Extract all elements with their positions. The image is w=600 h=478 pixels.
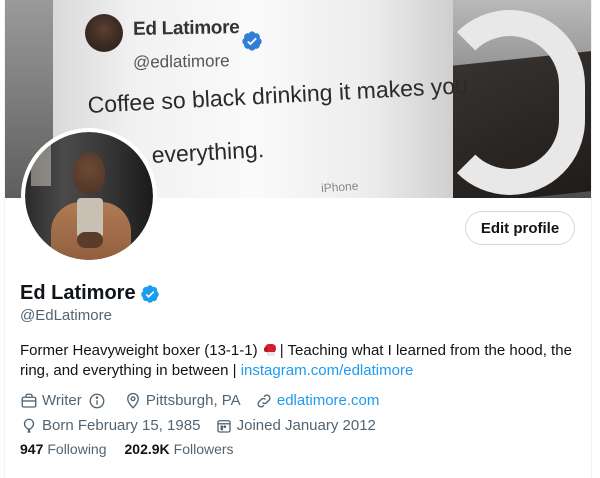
following-count: 947 (20, 441, 44, 457)
location-label: Pittsburgh, PA (145, 392, 241, 409)
display-name: Ed Latimore (20, 282, 136, 304)
profile-card: Ed Latimore @edlatimore Coffee so black … (4, 0, 592, 478)
avatar-head (73, 152, 105, 194)
meta-location: Pittsburgh, PA (124, 391, 241, 411)
joined-label: Joined January 2012 (236, 417, 376, 434)
avatar-background-light (31, 140, 51, 186)
mug-tweet-footer: iPhone (320, 178, 359, 196)
follow-stats: 947 Following 202.9K Followers (20, 441, 252, 457)
profile-bio: Former Heavyweight boxer (13-1-1) | Teac… (20, 341, 580, 381)
mug-handle (435, 10, 585, 195)
mug-tweet-name: Ed Latimore (132, 17, 240, 40)
avatar-photo (25, 132, 153, 260)
born-label: Born February 15, 1985 (42, 417, 201, 434)
meta-website: edlatimore.com (255, 391, 380, 411)
mug-tweet-avatar (85, 14, 123, 52)
bio-text: Former Heavyweight boxer (13-1-1) (20, 342, 258, 359)
following-link[interactable]: 947 Following (20, 441, 107, 457)
followers-count: 202.9K (124, 441, 170, 457)
bio-instagram-link[interactable]: instagram.com/edlatimore (241, 362, 414, 379)
profile-name-row: Ed Latimore (20, 282, 160, 305)
balloon-icon (23, 418, 35, 433)
info-icon[interactable] (88, 392, 106, 410)
calendar-icon (216, 420, 231, 433)
edit-profile-button[interactable]: Edit profile (465, 211, 575, 245)
followers-link[interactable]: 202.9K Followers (125, 441, 234, 457)
meta-category: Writer (20, 391, 110, 411)
location-pin-icon (126, 392, 139, 409)
meta-born: Born February 15, 1985 (20, 416, 200, 436)
boxing-glove-icon (263, 344, 276, 356)
mug-tweet-handle: @edlatimore (132, 51, 230, 72)
following-label: Following (47, 441, 107, 457)
followers-label: Followers (173, 441, 234, 457)
profile-handle: @EdLatimore (20, 307, 112, 324)
meta-joined: Joined January 2012 (215, 416, 376, 436)
verified-badge-icon[interactable] (140, 284, 160, 304)
link-icon (257, 394, 271, 408)
website-link[interactable]: edlatimore.com (277, 391, 380, 411)
avatar-hands (77, 232, 103, 248)
briefcase-icon (21, 393, 37, 408)
profile-meta: Writer Pittsburgh, PA edlatimore.com Bor… (20, 391, 580, 441)
mug-verified-icon (242, 31, 262, 51)
category-label: Writer (42, 392, 82, 409)
profile-avatar[interactable] (21, 128, 157, 264)
